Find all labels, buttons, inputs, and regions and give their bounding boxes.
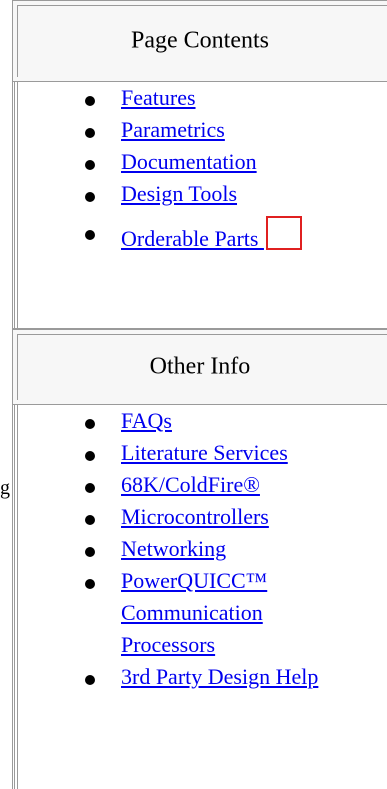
bullet-icon <box>85 230 95 240</box>
section-title: Other Info <box>149 353 251 380</box>
bullet-icon <box>85 515 95 525</box>
list-item: PowerQUICC™ Communication Processors <box>85 565 321 661</box>
bullet-icon <box>85 675 95 685</box>
other-info-link-list: FAQs Literature Services 68K/ColdFire® M… <box>85 405 385 693</box>
bullet-icon <box>85 451 95 461</box>
list-item: Orderable Parts <box>85 216 385 256</box>
bullet-icon <box>85 96 95 106</box>
link-3rd-party-design-help[interactable]: 3rd Party Design Help <box>121 664 318 689</box>
body-inner-border <box>17 82 18 328</box>
section-header-page-contents: Page Contents <box>12 0 387 82</box>
link-faqs[interactable]: FAQs <box>121 408 172 433</box>
section-header-other-info: Other Info <box>12 329 387 405</box>
link-design-tools[interactable]: Design Tools <box>121 181 237 206</box>
bullet-icon <box>85 547 95 557</box>
section-body-page-contents: Features Parametrics Documentation Desig… <box>12 82 387 329</box>
section-body-other-info: FAQs Literature Services 68K/ColdFire® M… <box>12 405 387 789</box>
link-68k-coldfire[interactable]: 68K/ColdFire® <box>121 472 260 497</box>
link-powerquicc[interactable]: PowerQUICC™ Communication Processors <box>121 568 267 657</box>
link-features[interactable]: Features <box>121 85 196 110</box>
list-item: Documentation <box>85 146 385 178</box>
bullet-icon <box>85 579 95 589</box>
link-microcontrollers[interactable]: Microcontrollers <box>121 504 269 529</box>
clipped-text-fragment: g <box>0 477 10 499</box>
link-documentation[interactable]: Documentation <box>121 149 257 174</box>
list-item: Parametrics <box>85 114 385 146</box>
highlight-box-icon <box>265 216 302 250</box>
link-networking[interactable]: Networking <box>121 536 226 561</box>
list-item: Networking <box>85 533 385 565</box>
page: g Page Contents Features Parametrics Doc… <box>0 0 387 789</box>
bullet-icon <box>85 160 95 170</box>
link-parametrics[interactable]: Parametrics <box>121 117 225 142</box>
list-item: Design Tools <box>85 178 385 210</box>
link-orderable-parts[interactable]: Orderable Parts <box>121 226 264 251</box>
list-item: 3rd Party Design Help <box>85 661 385 693</box>
body-inner-border <box>17 405 18 789</box>
bullet-icon <box>85 128 95 138</box>
bullet-icon <box>85 483 95 493</box>
bullet-icon <box>85 192 95 202</box>
list-item: Features <box>85 82 385 114</box>
page-contents-link-list: Features Parametrics Documentation Desig… <box>85 82 385 256</box>
list-item: 68K/ColdFire® <box>85 469 385 501</box>
section-title: Page Contents <box>131 27 269 54</box>
list-item: Microcontrollers <box>85 501 385 533</box>
list-item: Literature Services <box>85 437 385 469</box>
bullet-icon <box>85 419 95 429</box>
list-item: FAQs <box>85 405 385 437</box>
link-literature-services[interactable]: Literature Services <box>121 440 288 465</box>
